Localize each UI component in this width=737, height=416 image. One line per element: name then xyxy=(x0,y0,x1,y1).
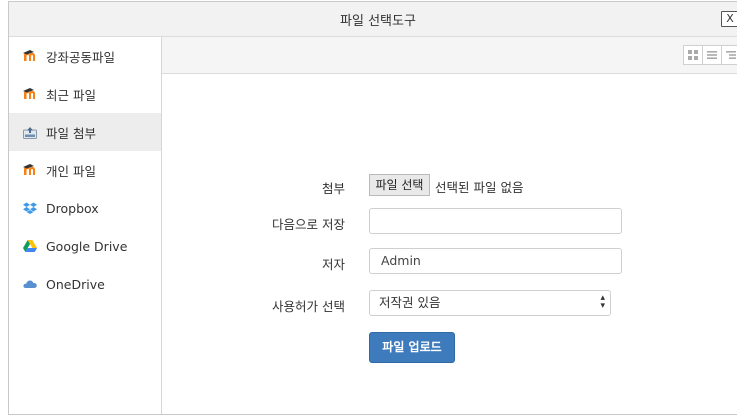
upload-form: 첨부 파일 선택 선택된 파일 없음 다음으로 저장 저자 Admin 사용허가… xyxy=(162,74,737,414)
file-picker-dialog: 파일 선택도구 X 강좌공동파일 최근 파일 파일 첨부 개인 파일 Dropb… xyxy=(8,1,737,415)
author-input[interactable]: Admin xyxy=(369,248,622,274)
upload-file-button[interactable]: 파일 업로드 xyxy=(369,332,455,363)
attachment-label: 첨부 xyxy=(321,181,345,196)
repository-sidebar: 강좌공동파일 최근 파일 파일 첨부 개인 파일 Dropbox Google … xyxy=(9,37,162,414)
upload-icon xyxy=(23,125,37,139)
file-toolbar xyxy=(162,37,737,74)
file-status-text: 선택된 파일 없음 xyxy=(435,180,524,195)
choose-file-button[interactable]: 파일 선택 xyxy=(369,174,430,196)
select-arrows-icon: ▴ ▾ xyxy=(600,293,605,311)
tree-view-icon[interactable] xyxy=(721,45,737,65)
sidebar-item-dropbox[interactable]: Dropbox xyxy=(9,189,161,227)
sidebar-item-label: 최근 파일 xyxy=(46,87,96,103)
dropbox-icon xyxy=(23,201,37,215)
list-view-icon[interactable] xyxy=(702,45,722,65)
moodle-icon xyxy=(23,87,37,101)
onedrive-icon xyxy=(23,277,37,291)
close-button[interactable]: X xyxy=(721,11,737,27)
license-selected-value: 저작권 있음 xyxy=(379,295,441,310)
sidebar-item-label: Dropbox xyxy=(46,200,99,216)
save-as-input[interactable] xyxy=(369,208,622,234)
license-label: 사용허가 선택 xyxy=(272,299,345,314)
sidebar-item-google-drive[interactable]: Google Drive xyxy=(9,227,161,265)
sidebar-item-upload[interactable]: 파일 첨부 xyxy=(9,113,161,151)
icons-view-icon[interactable] xyxy=(683,45,703,65)
view-switcher xyxy=(683,45,737,65)
sidebar-item-private-files[interactable]: 개인 파일 xyxy=(9,151,161,189)
license-select[interactable]: 저작권 있음 ▴ ▾ xyxy=(369,290,611,316)
moodle-icon xyxy=(23,49,37,63)
sidebar-item-label: 파일 첨부 xyxy=(46,125,96,141)
dialog-titlebar: 파일 선택도구 X xyxy=(9,2,737,37)
dialog-title: 파일 선택도구 xyxy=(340,13,416,29)
author-label: 저자 xyxy=(321,257,345,272)
google-drive-icon xyxy=(23,239,37,253)
sidebar-item-label: 개인 파일 xyxy=(46,163,96,179)
sidebar-item-label: 강좌공동파일 xyxy=(46,49,116,65)
sidebar-item-onedrive[interactable]: OneDrive xyxy=(9,265,161,303)
sidebar-item-recent-files[interactable]: 최근 파일 xyxy=(9,75,161,113)
sidebar-item-label: OneDrive xyxy=(46,276,105,292)
moodle-icon xyxy=(23,163,37,177)
sidebar-item-course-files[interactable]: 강좌공동파일 xyxy=(9,37,161,75)
sidebar-item-label: Google Drive xyxy=(46,238,128,254)
save-as-label: 다음으로 저장 xyxy=(272,217,345,232)
